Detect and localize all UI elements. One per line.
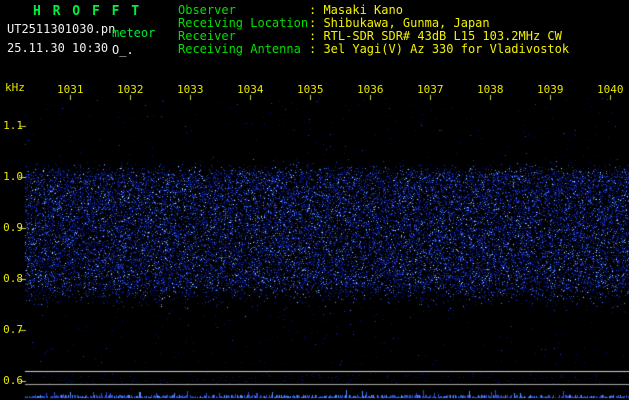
- x-tick-label: 1037: [417, 84, 444, 95]
- y-tick-label: 0.6: [2, 375, 23, 386]
- x-tick-label: 1036: [357, 84, 384, 95]
- info-row: Receiver: RTL-SDR SDR# 43dB L15 103.2MHz…: [178, 30, 562, 42]
- info-label: Receiver: [178, 30, 309, 42]
- y-tick-label: 1.0: [2, 171, 23, 182]
- info-row: Receiving Antenna: 3el Yagi(V) Az 330 fo…: [178, 43, 569, 55]
- hrofft-window: { "app": { "title": "H R O F F T", "file…: [0, 0, 629, 400]
- x-tick-label: 1035: [297, 84, 324, 95]
- info-row: Observer: Masaki Kano: [178, 4, 403, 16]
- x-tick-label: 1039: [537, 84, 564, 95]
- spectrogram-canvas: [0, 0, 629, 400]
- x-tick-label: 1031: [57, 84, 84, 95]
- info-value: Masaki Kano: [323, 3, 402, 17]
- y-axis-unit-label: kHz: [5, 82, 25, 93]
- info-colon: :: [309, 16, 323, 30]
- x-tick-label: 1040: [597, 84, 624, 95]
- app-title: H R O F F T: [33, 5, 141, 18]
- y-tick-label: 0.7: [2, 324, 23, 335]
- y-tick-label: 0.8: [2, 273, 23, 284]
- y-tick-label: 0.9: [2, 222, 23, 233]
- info-colon: :: [309, 3, 323, 17]
- y-tick-label: 1.1: [2, 120, 23, 131]
- x-tick-label: 1034: [237, 84, 264, 95]
- observation-tag: meteor: [112, 27, 155, 39]
- x-tick-label: 1038: [477, 84, 504, 95]
- info-value: Shibukawa, Gunma, Japan: [323, 16, 489, 30]
- info-label: Receiving Antenna: [178, 43, 309, 55]
- info-value: RTL-SDR SDR# 43dB L15 103.2MHz CW: [323, 29, 561, 43]
- station-info: Observer: Masaki Kano Receiving Location…: [178, 4, 192, 64]
- x-tick-label: 1032: [117, 84, 144, 95]
- info-colon: :: [309, 42, 323, 56]
- info-value: 3el Yagi(V) Az 330 for Vladivostok: [323, 42, 569, 56]
- info-label: Observer: [178, 4, 309, 16]
- date-time: 25.11.30 10:30: [7, 42, 108, 54]
- counter-text: O_.: [112, 44, 134, 56]
- x-tick-label: 1033: [177, 84, 204, 95]
- info-label: Receiving Location: [178, 17, 309, 29]
- info-row: Receiving Location: Shibukawa, Gunma, Ja…: [178, 17, 490, 29]
- image-filename: UT2511301030.pn: [7, 23, 115, 35]
- info-colon: :: [309, 29, 323, 43]
